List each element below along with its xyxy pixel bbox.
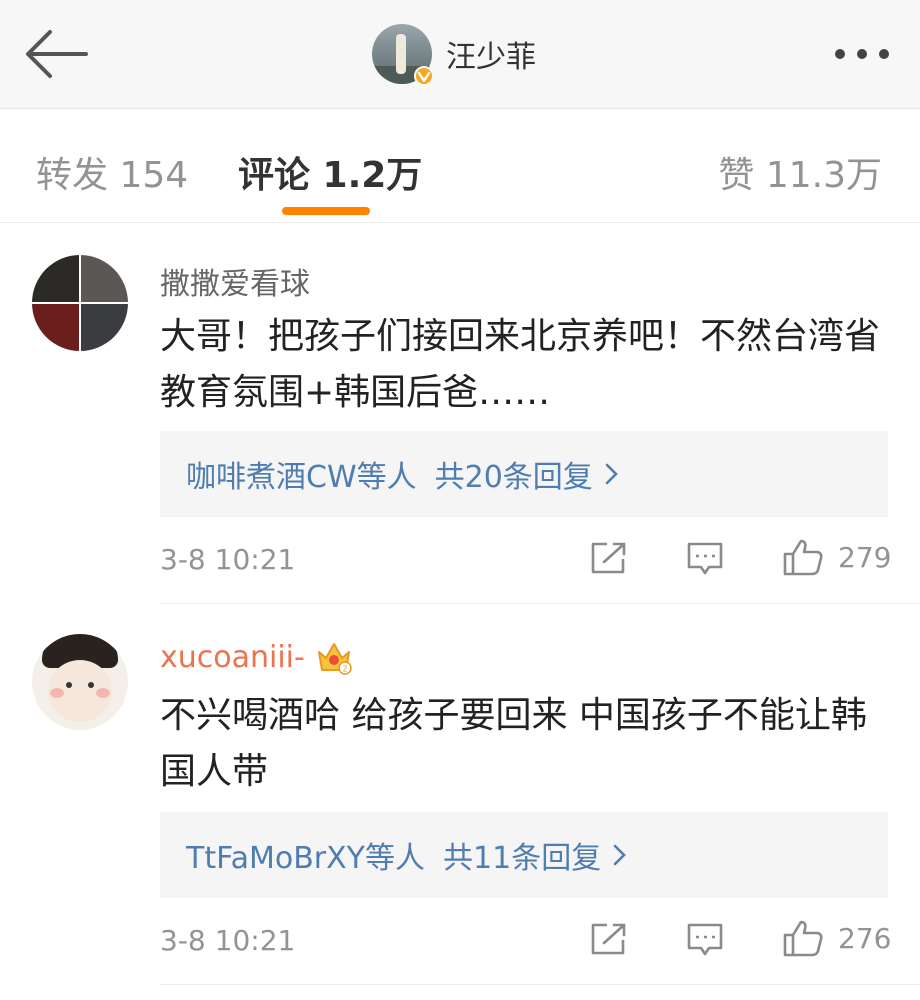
comment-icon	[687, 923, 723, 956]
tab-comment[interactable]: 评论 1.2万	[238, 146, 422, 198]
more-dots-icon	[835, 49, 889, 59]
comment-item: xucoaniii- 2 不兴喝酒哈 给孩子要回来 中国孩子不能让韩国人带 Tt…	[0, 604, 920, 984]
top-nav-bar: 汪少菲	[0, 0, 920, 109]
like-button[interactable]: 279	[782, 537, 891, 577]
verified-badge-icon	[414, 66, 434, 86]
back-arrow-icon	[26, 30, 88, 78]
header-user[interactable]: 汪少菲	[372, 24, 536, 86]
back-button[interactable]	[20, 26, 92, 82]
comment-user-row: xucoaniii- 2	[160, 638, 353, 676]
comment-icon	[687, 542, 723, 575]
reply-count[interactable]: 共20条回复	[435, 452, 593, 496]
chevron-right-icon	[613, 844, 627, 866]
comment-button[interactable]	[686, 922, 724, 962]
header-title[interactable]: 汪少菲	[446, 32, 536, 76]
reply-names[interactable]: TtFaMoBrXY等人	[186, 833, 425, 877]
comment-item: 撒撒爱看球 大哥！把孩子们接回来北京养吧！不然台湾省教育氛围+韩国后爸…… 咖啡…	[0, 223, 920, 603]
comment-username[interactable]: xucoaniii-	[160, 640, 305, 675]
tab-like[interactable]: 赞 11.3万	[718, 146, 882, 198]
share-button[interactable]	[590, 541, 628, 579]
like-count: 276	[838, 921, 892, 955]
tab-bar: 转发 154 评论 1.2万 赞 11.3万	[0, 108, 920, 223]
like-button[interactable]: 276	[782, 918, 891, 958]
reply-summary[interactable]: 咖啡煮酒CW等人 共20条回复	[160, 431, 888, 517]
comment-button[interactable]	[686, 541, 724, 581]
comment-text: 不兴喝酒哈 给孩子要回来 中国孩子不能让韩国人带	[160, 695, 867, 792]
more-button[interactable]	[826, 40, 898, 68]
header-avatar[interactable]	[372, 24, 434, 86]
share-icon	[591, 923, 626, 955]
tab-repost[interactable]: 转发 154	[36, 146, 188, 198]
active-tab-indicator	[282, 207, 370, 215]
thumbs-up-icon	[783, 920, 823, 957]
vip-crown-icon: 2	[317, 643, 352, 675]
thumbs-up-icon	[783, 539, 823, 576]
comment-time: 3-8 10:21	[160, 924, 296, 957]
chevron-right-icon	[605, 463, 618, 485]
share-button[interactable]	[590, 922, 628, 960]
reply-count[interactable]: 共11条回复	[443, 833, 601, 877]
user-avatar[interactable]	[32, 634, 128, 730]
comment-time: 3-8 10:21	[160, 543, 296, 576]
comment-username[interactable]: 撒撒爱看球	[160, 259, 310, 303]
user-avatar[interactable]	[32, 255, 128, 351]
reply-summary[interactable]: TtFaMoBrXY等人 共11条回复	[160, 812, 888, 898]
share-icon	[591, 542, 626, 574]
svg-text:2: 2	[342, 665, 347, 674]
like-count: 279	[838, 540, 892, 574]
reply-names[interactable]: 咖啡煮酒CW等人	[186, 452, 417, 496]
comment-text: 大哥！把孩子们接回来北京养吧！不然台湾省教育氛围+韩国后爸……	[160, 316, 881, 413]
comment-divider	[160, 984, 920, 985]
